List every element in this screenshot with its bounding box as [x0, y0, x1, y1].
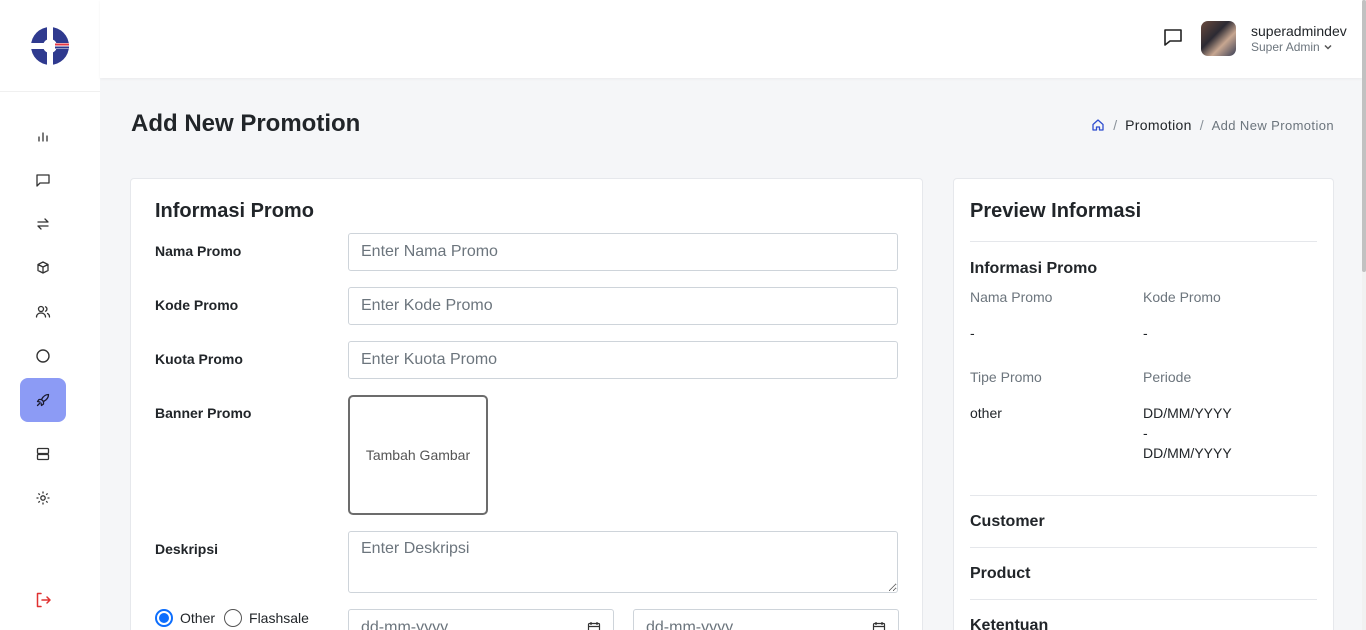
users-icon [35, 305, 51, 318]
start-date-placeholder: dd-mm-yyyy [361, 619, 449, 630]
divider [970, 495, 1317, 496]
logo-area [0, 0, 100, 92]
preview-tipe-value: other [970, 405, 1002, 421]
preview-periode-value: DD/MM/YYYY - DD/MM/YYYY [1143, 403, 1232, 463]
top-header: superadmindev Super Admin [100, 0, 1362, 78]
preview-nama-value: - [970, 325, 975, 341]
sidebar-nav [20, 114, 66, 520]
preview-tipe-label: Tipe Promo [970, 369, 1042, 385]
logout-icon [36, 592, 51, 608]
breadcrumb-current: Add New Promotion [1211, 117, 1334, 133]
end-date-input[interactable]: dd-mm-yyyy [633, 609, 899, 630]
date-range-separator: - [622, 622, 627, 630]
radio-flashsale-label[interactable]: Flashsale [249, 610, 309, 626]
divider [970, 599, 1317, 600]
preview-periode-start: DD/MM/YYYY [1143, 405, 1232, 421]
preview-card: Preview Informasi Informasi Promo Nama P… [953, 178, 1334, 630]
sidebar-item-transactions[interactable] [20, 202, 66, 246]
breadcrumb-promotion-link[interactable]: Promotion [1125, 117, 1192, 133]
user-role: Super Admin [1251, 40, 1320, 54]
add-image-label: Tambah Gambar [365, 447, 471, 463]
page-title: Add New Promotion [131, 110, 361, 137]
start-date-input[interactable]: dd-mm-yyyy [348, 609, 614, 630]
breadcrumb-separator: / [1199, 117, 1204, 133]
form-title: Informasi Promo [155, 200, 314, 222]
transfer-icon [37, 218, 49, 230]
kode-promo-input[interactable] [348, 287, 898, 325]
deskripsi-textarea[interactable] [348, 531, 898, 593]
radio-other[interactable] [155, 609, 173, 627]
gear-icon [36, 491, 50, 505]
promo-type-radio-group: Other Flashsale [155, 609, 318, 627]
radio-other-label[interactable]: Other [180, 610, 215, 626]
kuota-promo-input[interactable] [348, 341, 898, 379]
calendar-icon[interactable] [587, 621, 601, 630]
message-icon [36, 174, 50, 187]
home-icon[interactable] [1091, 118, 1105, 132]
sidebar-item-dashboard[interactable] [20, 114, 66, 158]
preview-customer-section[interactable]: Customer [970, 513, 1045, 531]
sidebar-item-settings[interactable] [20, 476, 66, 520]
bar-chart-icon [38, 132, 48, 142]
preview-title: Preview Informasi [970, 200, 1142, 222]
sidebar-item-products[interactable] [20, 246, 66, 290]
sidebar-item-promotion[interactable] [20, 378, 66, 422]
calendar-icon[interactable] [872, 621, 886, 630]
kode-promo-label: Kode Promo [155, 297, 239, 313]
breadcrumb: / Promotion / Add New Promotion [1091, 117, 1334, 133]
preview-ketentuan-section[interactable]: Ketentuan [970, 617, 1048, 630]
preview-periode-sep: - [1143, 425, 1148, 441]
user-role-dropdown[interactable]: Super Admin [1251, 40, 1333, 54]
end-date-placeholder: dd-mm-yyyy [646, 619, 734, 630]
kuota-promo-label: Kuota Promo [155, 351, 243, 367]
brand-logo[interactable] [30, 25, 70, 66]
preview-kode-value: - [1143, 325, 1148, 341]
deskripsi-label: Deskripsi [155, 541, 219, 557]
server-icon [36, 447, 50, 461]
scrollbar-thumb[interactable] [1362, 0, 1366, 272]
preview-nama-label: Nama Promo [970, 289, 1053, 305]
preview-section-title: Informasi Promo [970, 260, 1098, 277]
sidebar-item-messages[interactable] [20, 158, 66, 202]
nama-promo-label: Nama Promo [155, 243, 242, 259]
radio-flashsale[interactable] [224, 609, 243, 627]
promo-form-card: Informasi Promo Nama Promo Kode Promo Ku… [130, 178, 923, 630]
divider [970, 241, 1317, 242]
preview-product-section[interactable]: Product [970, 565, 1030, 583]
divider [970, 547, 1317, 548]
banner-promo-label: Banner Promo [155, 405, 252, 421]
preview-periode-end: DD/MM/YYYY [1143, 445, 1232, 461]
sidebar [0, 0, 100, 630]
avatar[interactable] [1201, 21, 1236, 56]
preview-periode-label: Periode [1143, 369, 1192, 385]
nama-promo-input[interactable] [348, 233, 898, 271]
chevron-down-icon [1324, 44, 1332, 50]
sidebar-item-circle[interactable] [20, 334, 66, 378]
rocket-icon [36, 393, 50, 407]
box-icon [37, 261, 49, 274]
page-scrollbar[interactable] [1362, 0, 1366, 630]
sidebar-item-users[interactable] [20, 290, 66, 334]
sidebar-item-server[interactable] [20, 432, 66, 476]
preview-kode-label: Kode Promo [1143, 289, 1221, 305]
circle-icon [36, 349, 50, 363]
add-image-button[interactable]: Tambah Gambar [348, 395, 488, 515]
user-name: superadmindev [1251, 23, 1347, 39]
chat-icon[interactable] [1162, 26, 1184, 48]
breadcrumb-separator: / [1113, 117, 1118, 133]
logout-button[interactable] [20, 578, 66, 622]
